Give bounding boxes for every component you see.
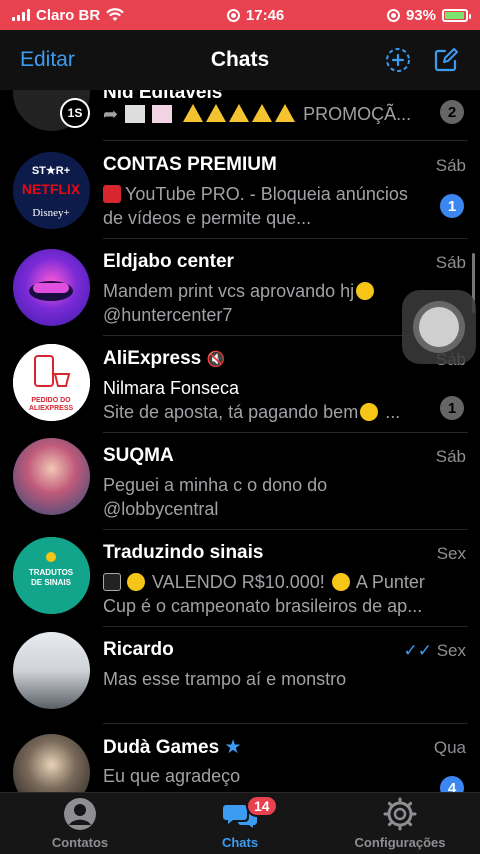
svg-text:NETFLIX: NETFLIX (22, 181, 81, 197)
status-left: Claro BR (12, 7, 124, 24)
tab-bar: Contatos Chats 14 Configurações (0, 792, 480, 854)
star-icon: ★ (224, 737, 242, 758)
chat-time: Qua (433, 738, 466, 757)
status-bar: Claro BR 17:46 93% (0, 0, 480, 30)
chat-row[interactable]: Ricardo ✓✓ Sex Mas esse trampo aí e mons… (0, 627, 480, 724)
nav-bar: Editar Chats (0, 30, 480, 90)
compose-icon[interactable] (432, 46, 460, 74)
self-destruct-timer-icon: 1S (60, 98, 90, 128)
nav-actions (384, 46, 460, 74)
read-checkmarks-icon: ✓✓ (403, 641, 432, 660)
chat-preview: ➦ PROMOÇÃ... (103, 104, 412, 124)
signal-icon (12, 9, 30, 21)
clock: 17:46 (245, 6, 285, 24)
orientation-lock-icon (386, 8, 400, 22)
chat-name: CONTAS PREMIUM (103, 154, 277, 175)
tab-settings[interactable]: Configurações (320, 793, 480, 854)
chat-preview: VALENDO R$10.000! A Punter Cup é o campe… (103, 572, 425, 616)
muted-icon: 🔇 (206, 351, 226, 368)
svg-text:Disney+: Disney+ (32, 207, 69, 219)
chat-row[interactable]: SUQMA Sáb Peguei a minha c o dono do @lo… (0, 433, 480, 530)
chat-name: Dudà Games ★ (103, 737, 242, 758)
avatar (13, 734, 90, 792)
chat-name: Ricardo (103, 639, 174, 660)
recording-icon (226, 8, 240, 22)
chat-row[interactable]: Dudà Games ★ Qua Eu que agradeço 4 (0, 724, 480, 792)
chat-time: ✓✓ Sex (403, 641, 466, 660)
unread-total-badge: 14 (246, 795, 278, 817)
unread-badge: 1 (440, 194, 464, 218)
assistive-touch-button[interactable] (402, 290, 476, 364)
chat-time: Sáb (435, 253, 466, 272)
svg-text:ALIEXPRESS: ALIEXPRESS (29, 405, 74, 412)
avatar: ST★R+ NETFLIX Disney+ (13, 152, 90, 229)
chat-name: Eldjabo center (103, 251, 234, 272)
chat-time: Sex (436, 544, 466, 563)
money-face-emoji-icon (360, 403, 379, 421)
kiss-emoji-icon (356, 282, 375, 300)
avatar (13, 249, 90, 326)
edit-button[interactable]: Editar (20, 48, 75, 72)
avatar (13, 632, 90, 709)
chat-preview: Nilmara Fonseca Site de aposta, tá pagand… (103, 378, 401, 422)
svg-text:TRADUTOS: TRADUTOS (29, 568, 74, 577)
avatar: PEDIDO DO ALIEXPRESS (13, 344, 90, 421)
chat-row[interactable]: ST★R+ NETFLIX Disney+ CONTAS PREMIUM Sáb Y… (0, 142, 480, 239)
chat-name: Traduzindo sinais (103, 542, 264, 563)
chat-preview: Mandem print vcs aprovando hj @huntercent… (103, 279, 428, 327)
avatar: TRADUTOS DE SINAIS (13, 537, 90, 614)
chat-time: Sáb (435, 447, 466, 466)
unread-badge: 2 (440, 100, 464, 124)
unread-badge: 4 (440, 776, 464, 792)
avatar (13, 438, 90, 515)
chat-preview: Peguei a minha c o dono do @lobbycentral (103, 475, 328, 519)
battery-icon (442, 8, 471, 22)
unread-badge: 1 (440, 396, 464, 420)
battery-percent: 93% (405, 6, 436, 24)
chat-preview: Eu que agradeço (103, 766, 241, 786)
wifi-icon (106, 8, 124, 22)
chat-list[interactable]: Nid Editaveis ➦ PROMOÇÃ... 2 1S ST★R+ NET… (0, 90, 480, 792)
chat-name: SUQMA (103, 445, 174, 466)
chat-row[interactable]: TRADUTOS DE SINAIS Traduzindo sinais Sex … (0, 530, 480, 627)
carrier-label: Claro BR (36, 6, 101, 24)
tab-contacts[interactable]: Contatos (0, 793, 160, 854)
gear-icon (382, 797, 418, 831)
chat-preview: Mas esse trampo aí e monstro (103, 669, 347, 689)
add-circle-icon[interactable] (384, 46, 412, 74)
status-center: 17:46 (226, 6, 285, 24)
tab-chats[interactable]: Chats 14 (160, 793, 320, 854)
chat-name: AliExpress 🔇 (103, 348, 226, 369)
status-right: 93% (386, 6, 471, 24)
chat-time: Sáb (435, 156, 466, 175)
chat-preview: YouTube PRO. - Bloqueia anúncios de víde… (103, 184, 408, 228)
person-icon (62, 797, 98, 831)
svg-text:ST★R+: ST★R+ (32, 165, 70, 177)
svg-text:PEDIDO DO: PEDIDO DO (31, 397, 71, 404)
svg-text:DE SINAIS: DE SINAIS (31, 578, 72, 587)
